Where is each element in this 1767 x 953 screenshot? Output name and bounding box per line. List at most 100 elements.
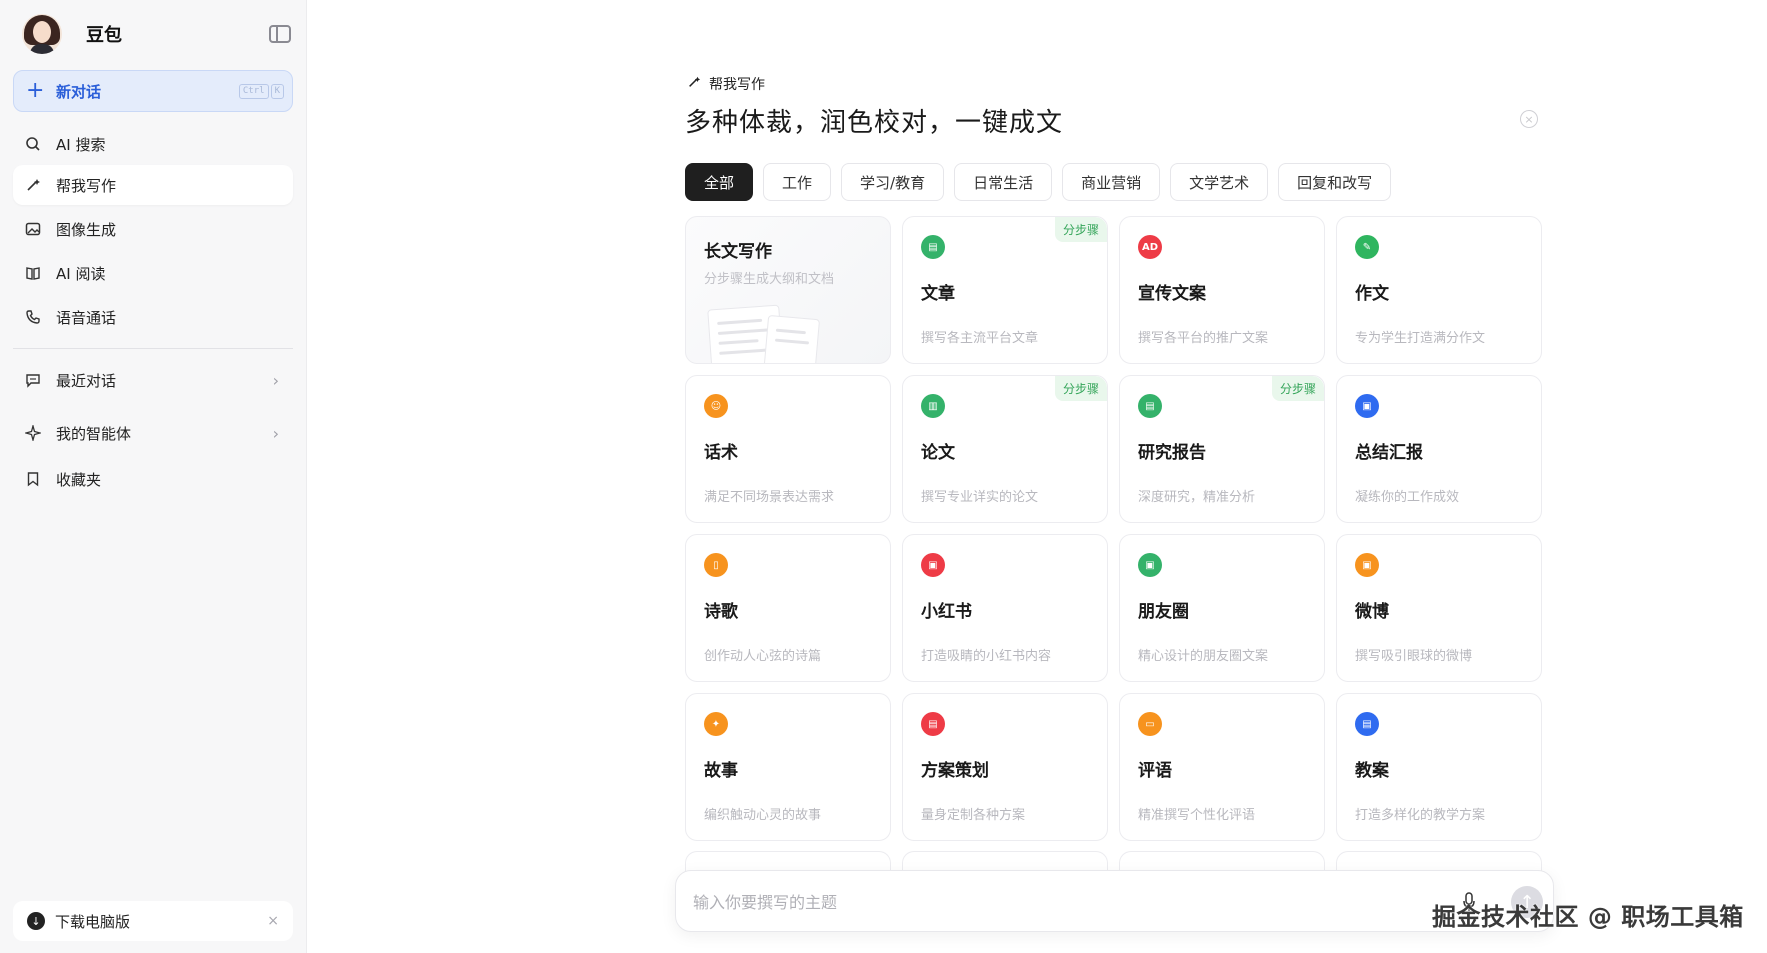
card-script[interactable]: ☺ 话术 满足不同场景表达需求	[685, 375, 891, 523]
sidebar-item-favorites[interactable]: 收藏夹	[13, 459, 293, 499]
card-xiaohongshu[interactable]: ▣ 小红书 打造吸睛的小红书内容	[902, 534, 1108, 682]
chevron-right-icon: ›	[272, 423, 279, 443]
tab-daily-life[interactable]: 日常生活	[954, 163, 1053, 201]
card-summary-report[interactable]: ▣ 总结汇报 凝练你的工作成效	[1336, 375, 1542, 523]
search-icon	[24, 135, 42, 153]
topic-input[interactable]: 输入你要撰写的主题 ↑	[675, 870, 1554, 932]
card-desc: 专为学生打造满分作文	[1355, 331, 1486, 346]
card-long-writing[interactable]: 长文写作 分步骤生成大纲和文档	[685, 216, 891, 364]
card-poem[interactable]: ▯ 诗歌创作动人心弦的诗篇	[685, 534, 891, 682]
card-title: 故事	[704, 761, 738, 781]
pen-sparkle-icon	[24, 176, 42, 194]
card-title: 方案策划	[921, 761, 989, 781]
card-story[interactable]: ✦ 故事 编织触动心灵的故事	[685, 693, 891, 841]
close-icon[interactable]: ×	[1520, 110, 1538, 128]
download-icon: ↓	[27, 912, 45, 930]
card-desc: 创作动人心弦的诗篇	[704, 649, 822, 664]
card-icon: ▤	[921, 235, 945, 259]
sidebar-item-recent-chats[interactable]: 最近对话 ›	[13, 360, 293, 400]
card-proposal[interactable]: ▤ 方案策划 量身定制各种方案	[902, 693, 1108, 841]
card-desc: 编织触动心灵的故事	[704, 808, 822, 823]
card-desc: 深度研究，精准分析	[1138, 490, 1256, 505]
sidebar-divider	[13, 348, 293, 349]
sidebar-item-ai-reading[interactable]: AI 阅读	[13, 253, 293, 293]
card-research-report[interactable]: ▤ 研究报告深度研究，精准分析 分步骤	[1119, 375, 1325, 523]
card-desc: 精准撰写个性化评语	[1138, 808, 1256, 823]
card-title: 文章	[921, 284, 955, 304]
close-icon[interactable]: ×	[267, 913, 279, 929]
input-placeholder: 输入你要撰写的主题	[693, 893, 838, 912]
sidebar-item-ai-search[interactable]: AI 搜索	[13, 124, 293, 164]
card-desc: 量身定制各种方案	[921, 808, 1026, 823]
tab-work[interactable]: 工作	[763, 163, 832, 201]
image-icon	[24, 220, 42, 238]
card-icon: ▣	[1355, 553, 1379, 577]
sidebar-item-voice-call[interactable]: 语音通话	[13, 297, 293, 337]
card-title: 论文	[921, 443, 955, 463]
card-comment[interactable]: ▭ 评语 精准撰写个性化评语	[1119, 693, 1325, 841]
card-weibo[interactable]: ▣ 微博撰写吸引眼球的微博	[1336, 534, 1542, 682]
sidebar-item-writing[interactable]: 帮我写作	[13, 165, 293, 205]
new-chat-label: 新对话	[56, 82, 102, 101]
avatar[interactable]	[22, 14, 62, 54]
tab-study-education[interactable]: 学习/教育	[841, 163, 945, 201]
sidebar-item-label: AI 搜索	[56, 135, 106, 154]
section-label: 帮我写作	[709, 77, 765, 93]
card-title: 小红书	[921, 602, 972, 622]
chat-icon	[24, 371, 42, 389]
card-title: 教案	[1355, 761, 1389, 781]
sidebar-item-label: 帮我写作	[56, 176, 117, 195]
card-title: 研究报告	[1138, 443, 1206, 463]
tab-literature-art[interactable]: 文学艺术	[1170, 163, 1269, 201]
card-desc: 打造多样化的教学方案	[1355, 808, 1486, 823]
download-desktop-button[interactable]: ↓ 下载电脑版 ×	[13, 901, 293, 941]
sidebar-item-my-agents[interactable]: 我的智能体 ›	[13, 413, 293, 453]
step-badge: 分步骤	[1054, 217, 1107, 242]
sidebar-item-label: AI 阅读	[56, 264, 106, 283]
app-name: 豆包	[86, 25, 122, 46]
sidebar-item-label: 图像生成	[56, 220, 117, 239]
sidebar-item-image-gen[interactable]: 图像生成	[13, 209, 293, 249]
sidebar-toggle-icon[interactable]	[269, 25, 291, 43]
category-tabs: 全部 工作 学习/教育 日常生活 商业营销 文学艺术 回复和改写	[685, 163, 1392, 201]
profile[interactable]: 豆包	[22, 14, 122, 54]
card-desc: 撰写吸引眼球的微博	[1355, 649, 1473, 664]
card-ad-copy[interactable]: AD 宣传文案 撰写各平台的推广文案	[1119, 216, 1325, 364]
card-icon: ▯	[704, 553, 728, 577]
card-title: 微博	[1355, 602, 1389, 622]
chevron-right-icon: ›	[272, 370, 279, 390]
card-icon: ▣	[1138, 553, 1162, 577]
sidebar-item-label: 最近对话	[56, 371, 117, 390]
pen-sparkle-icon	[687, 75, 701, 93]
card-icon: ▤	[1138, 394, 1162, 418]
sidebar-item-label: 收藏夹	[56, 470, 102, 489]
card-article[interactable]: ▤ 文章 撰写各主流平台文章 分步骤	[902, 216, 1108, 364]
plus-icon: +	[26, 78, 45, 103]
sparkle-icon	[24, 424, 42, 442]
page-title: 多种体裁，润色校对，一键成文	[685, 108, 1064, 138]
tab-all[interactable]: 全部	[685, 163, 754, 201]
shortcut-key: K	[270, 83, 284, 99]
step-badge: 分步骤	[1271, 376, 1324, 401]
card-lesson-plan[interactable]: ▤ 教案 打造多样化的教学方案	[1336, 693, 1542, 841]
phone-icon	[24, 308, 42, 326]
card-icon: ▣	[921, 553, 945, 577]
step-badge: 分步骤	[1054, 376, 1107, 401]
bookmark-icon	[24, 470, 42, 488]
card-desc: 精心设计的朋友圈文案	[1138, 649, 1269, 664]
card-icon: ▥	[921, 394, 945, 418]
download-label: 下载电脑版	[55, 912, 131, 931]
card-icon: ✎	[1355, 235, 1379, 259]
new-chat-button[interactable]: + 新对话 Ctrl K	[13, 70, 293, 112]
card-essay[interactable]: ✎ 作文专为学生打造满分作文	[1336, 216, 1542, 364]
card-title: 话术	[704, 443, 738, 463]
tab-marketing[interactable]: 商业营销	[1062, 163, 1161, 201]
tab-reply-rewrite[interactable]: 回复和改写	[1278, 163, 1392, 201]
card-moments[interactable]: ▣ 朋友圈 精心设计的朋友圈文案	[1119, 534, 1325, 682]
card-thesis[interactable]: ▥ 论文 撰写专业详实的论文 分步骤	[902, 375, 1108, 523]
card-title: 长文写作	[704, 242, 772, 262]
card-icon: ▣	[1355, 394, 1379, 418]
shortcut-hint: Ctrl K	[238, 83, 284, 99]
card-title: 诗歌	[704, 602, 738, 622]
card-title: 作文	[1355, 284, 1389, 304]
